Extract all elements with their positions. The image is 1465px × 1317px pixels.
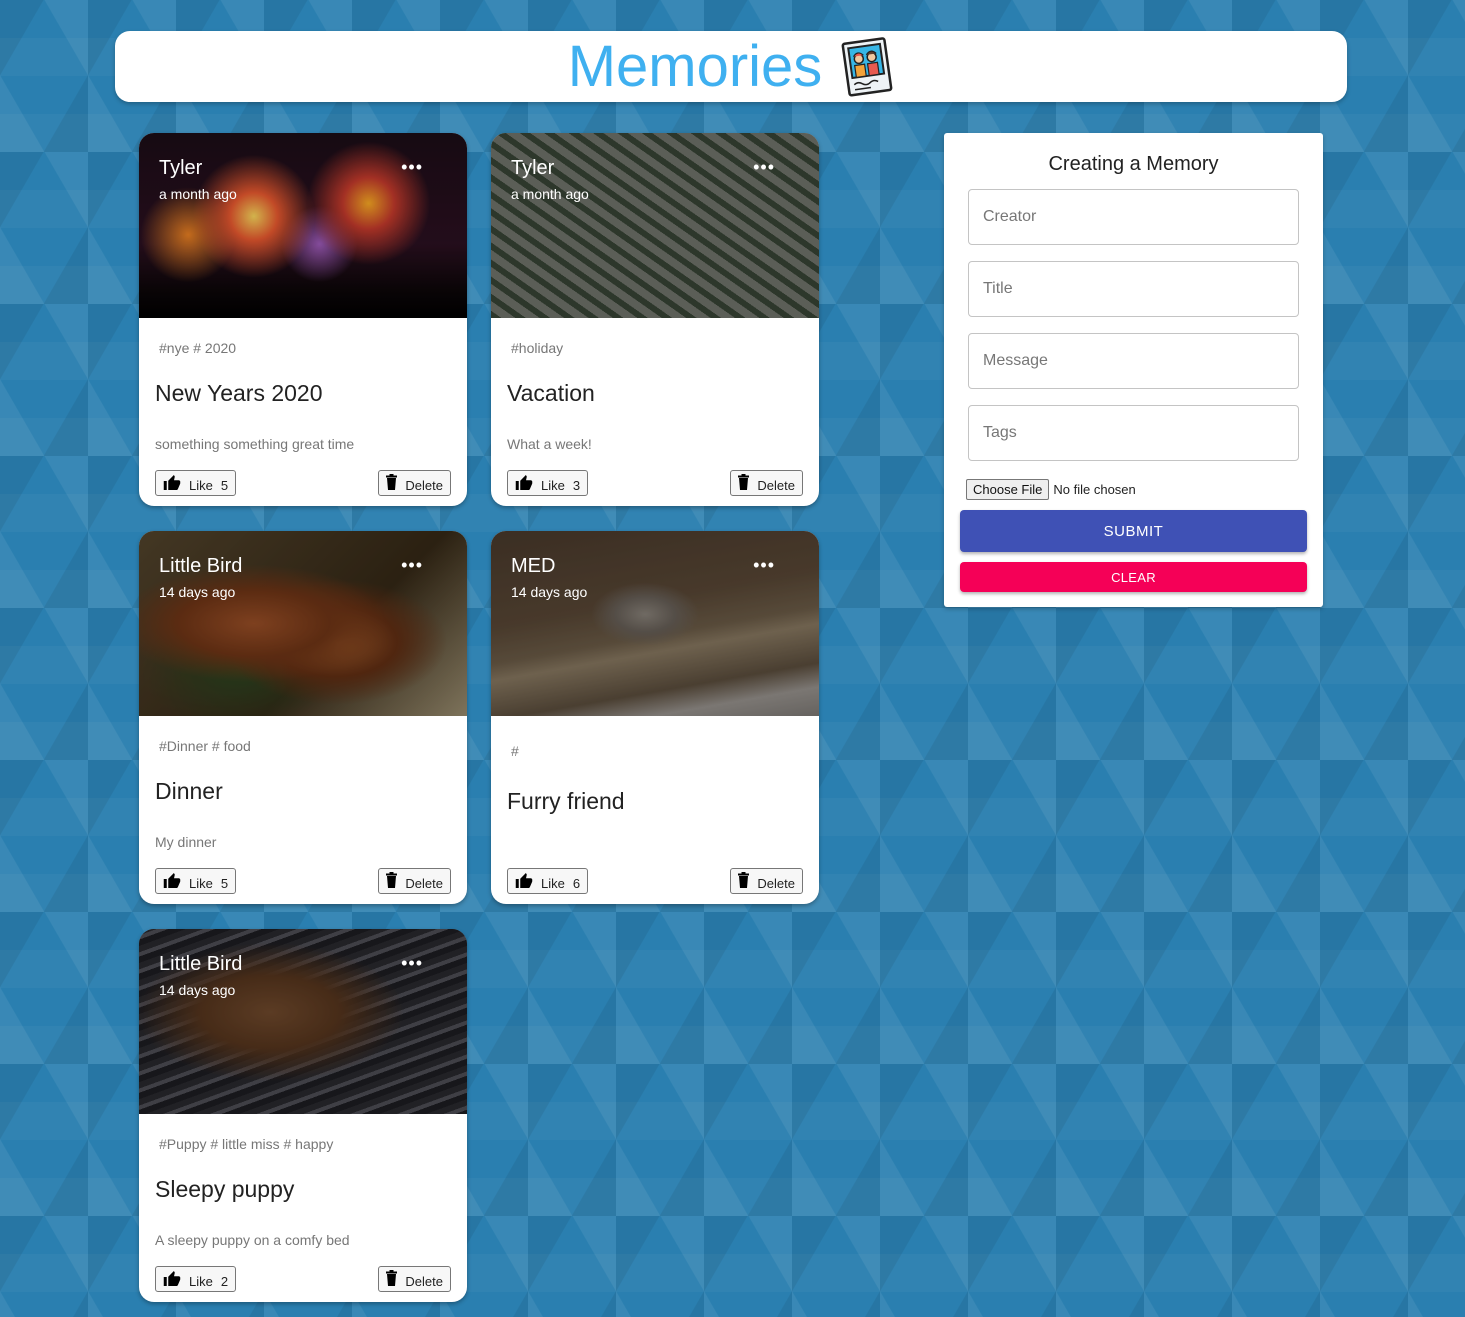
post-title: New Years 2020 [155,380,323,406]
delete-button[interactable]: Delete [730,868,803,894]
post-image-palm-leaves: Tyler a month ago ••• [491,133,819,318]
like-count: 2 [220,1274,229,1289]
file-input: Choose File No file chosen [966,479,1136,500]
more-options-icon[interactable]: ••• [753,555,775,576]
post-tags: #Puppy # little miss # happy [159,1136,334,1152]
thumb-up-icon [163,475,181,490]
message-input[interactable] [968,333,1299,389]
like-label: Like [189,1274,213,1289]
post-image-fireworks: Tyler a month ago ••• [139,133,467,318]
post-image-sleeping-puppy: Little Bird 14 days ago ••• [139,929,467,1114]
like-count: 5 [220,478,229,493]
like-count: 6 [572,876,581,891]
trash-icon [386,1270,398,1286]
delete-button[interactable]: Delete [378,868,451,894]
trash-icon [386,872,398,888]
post-image-squirrel: MED 14 days ago ••• [491,531,819,716]
clear-button[interactable]: CLEAR [960,562,1307,592]
post-tags: #holiday [511,340,564,356]
trash-icon [738,872,750,888]
like-count: 3 [572,478,581,493]
delete-label: Delete [405,1274,443,1289]
form-title: Creating a Memory [1048,153,1219,175]
app-bar: Memories [115,31,1347,102]
post-message: My dinner [155,834,217,850]
delete-button[interactable]: Delete [378,470,451,496]
post-time: 14 days ago [159,584,236,600]
create-memory-form: Creating a Memory Choose File No file ch… [944,133,1323,607]
post-message: A sleepy puppy on a comfy bed [155,1232,350,1248]
post-card: Tyler a month ago ••• #nye # 2020 New Ye… [139,133,467,506]
post-card: MED 14 days ago ••• # Furry friend Like … [491,531,819,904]
delete-button[interactable]: Delete [730,470,803,496]
like-button[interactable]: Like 5 [155,868,237,894]
delete-label: Delete [405,876,443,891]
file-status: No file chosen [1053,482,1136,497]
like-button[interactable]: Like 2 [155,1266,237,1292]
trash-icon [386,474,398,490]
post-message: What a week! [507,436,592,452]
thumb-up-icon [163,1271,181,1286]
post-image-roasted-potatoes: Little Bird 14 days ago ••• [139,531,467,716]
submit-button[interactable]: SUBMIT [960,510,1307,552]
thumb-up-icon [515,873,533,888]
thumb-up-icon [515,475,533,490]
more-options-icon[interactable]: ••• [401,157,423,178]
post-creator: Little Bird [159,953,243,975]
like-button[interactable]: Like 5 [155,470,237,496]
like-label: Like [541,478,565,493]
post-time: 14 days ago [511,584,588,600]
more-options-icon[interactable]: ••• [401,555,423,576]
post-tags: #nye # 2020 [159,340,237,356]
like-label: Like [189,478,213,493]
post-creator: Tyler [511,157,555,179]
creator-input[interactable] [968,189,1299,245]
photo-memories-icon [841,36,893,97]
post-card: Little Bird 14 days ago ••• #Puppy # lit… [139,929,467,1302]
post-creator: MED [511,555,556,577]
like-count: 5 [220,876,229,891]
app-title: Memories [567,34,823,99]
like-label: Like [189,876,213,891]
tags-input[interactable] [968,405,1299,461]
post-creator: Tyler [159,157,203,179]
choose-file-button[interactable]: Choose File [966,479,1050,500]
delete-label: Delete [757,478,795,493]
more-options-icon[interactable]: ••• [401,953,423,974]
post-time: a month ago [511,186,589,202]
post-creator: Little Bird [159,555,243,577]
post-title: Dinner [155,778,223,804]
post-tags: # [511,743,519,759]
post-card: Tyler a month ago ••• #holiday Vacation … [491,133,819,506]
like-button[interactable]: Like 6 [507,868,589,894]
post-title: Furry friend [507,788,625,814]
delete-label: Delete [405,478,443,493]
more-options-icon[interactable]: ••• [753,157,775,178]
post-time: a month ago [159,186,237,202]
post-card: Little Bird 14 days ago ••• #Dinner # fo… [139,531,467,904]
like-button[interactable]: Like 3 [507,470,589,496]
like-label: Like [541,876,565,891]
delete-button[interactable]: Delete [378,1266,451,1292]
delete-label: Delete [757,876,795,891]
thumb-up-icon [163,873,181,888]
post-title: Sleepy puppy [155,1176,295,1202]
post-title: Vacation [507,380,595,406]
title-input[interactable] [968,261,1299,317]
post-tags: #Dinner # food [159,738,251,754]
post-message: something something great time [155,436,355,452]
post-time: 14 days ago [159,982,236,998]
trash-icon [738,474,750,490]
